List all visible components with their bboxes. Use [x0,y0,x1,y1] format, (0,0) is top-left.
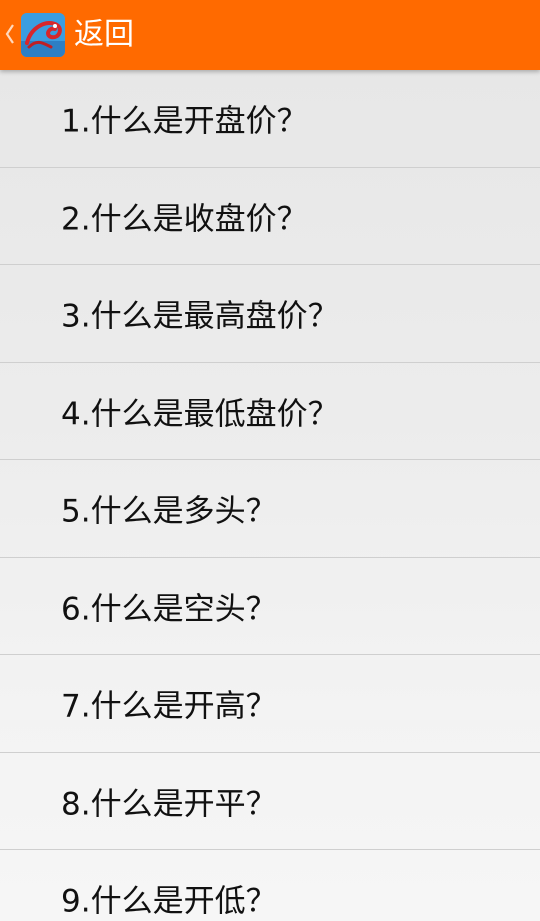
list-item-label: 3.什么是最高盘价？ [61,298,339,335]
list-item-label: 6.什么是空头？ [61,591,277,628]
list-item-label: 7.什么是开高？ [61,688,277,725]
list-item[interactable]: 2.什么是收盘价？ [0,168,540,265]
list-item[interactable]: 6.什么是空头？ [0,558,540,655]
list-item[interactable]: 1.什么是开盘价？ [0,70,540,168]
list-item[interactable]: 4.什么是最低盘价？ [0,363,540,460]
back-button[interactable]: 返回 [74,15,134,55]
list-item-label: 8.什么是开平？ [61,786,277,823]
list-item[interactable]: 9.什么是开低？ [0,850,540,921]
faq-list: 1.什么是开盘价？ 2.什么是收盘价？ 3.什么是最高盘价？ 4.什么是最低盘价… [0,70,540,921]
list-item-label: 4.什么是最低盘价？ [61,396,339,433]
action-bar: 返回 [0,0,540,70]
chevron-left-icon[interactable] [3,22,17,46]
list-item-label: 1.什么是开盘价？ [61,103,308,140]
list-item[interactable]: 7.什么是开高？ [0,655,540,753]
list-item-label: 5.什么是多头？ [61,493,277,530]
app-logo-icon[interactable] [21,13,65,57]
list-item[interactable]: 3.什么是最高盘价？ [0,265,540,363]
list-item[interactable]: 5.什么是多头？ [0,460,540,558]
list-item-label: 9.什么是开低？ [61,883,277,920]
list-item[interactable]: 8.什么是开平？ [0,753,540,850]
list-item-label: 2.什么是收盘价？ [61,201,308,238]
